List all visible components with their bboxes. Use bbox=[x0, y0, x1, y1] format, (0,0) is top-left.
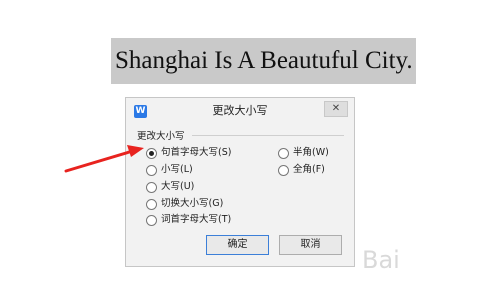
baidu-watermark: Bai bbox=[362, 246, 400, 274]
